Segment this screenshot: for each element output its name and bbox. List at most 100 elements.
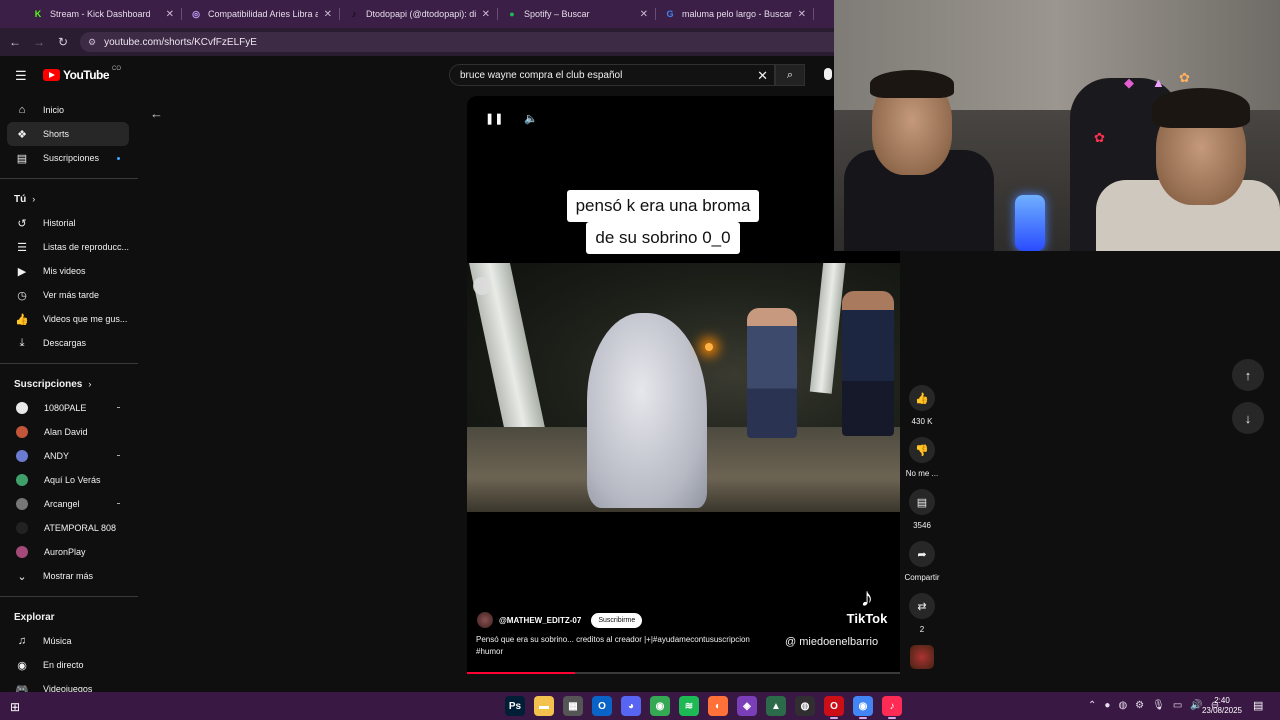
progress-bar[interactable] xyxy=(467,672,900,674)
sidebar-item[interactable]: ↺ Historial xyxy=(0,211,138,235)
subscription-item[interactable]: Alan David xyxy=(0,420,138,444)
remix-button[interactable]: ⇄ xyxy=(909,593,935,619)
firefox-icon[interactable]: ◐ xyxy=(708,696,728,716)
youtube-play-icon xyxy=(43,69,60,81)
file-explorer-icon[interactable]: ▬ xyxy=(534,696,554,716)
tray-overflow-icon[interactable]: ⌃ xyxy=(1088,700,1096,711)
share-action[interactable]: ➦ Compartir xyxy=(902,541,942,582)
tray-app-icon[interactable]: ● xyxy=(1104,700,1110,711)
remix-action[interactable]: ⇄ 2 xyxy=(902,593,942,634)
share-button[interactable]: ➦ xyxy=(909,541,935,567)
site-info-icon[interactable]: ⚙ xyxy=(88,37,96,48)
youtube-logo[interactable]: YouTube CO xyxy=(43,66,121,82)
sidebar-item[interactable]: ♫ Música xyxy=(0,629,138,653)
browser-tab[interactable]: Gmaluma pelo largo - Buscar co ✕ xyxy=(656,0,814,28)
microphone-icon[interactable] xyxy=(824,68,832,80)
show-more-button[interactable]: ⌄ Mostrar más xyxy=(0,564,138,588)
subscription-item[interactable]: AuronPlay xyxy=(0,540,138,564)
browser-tab[interactable]: ◎ Compatibilidad Aries Libra amo ✕ xyxy=(182,0,340,28)
search-input[interactable]: bruce wayne compra el club español ✕ xyxy=(449,64,775,86)
address-bar[interactable]: ⚙ youtube.com/shorts/KCvfFzELFyE xyxy=(80,32,835,52)
volume-icon[interactable]: 🔈 xyxy=(524,112,538,125)
sidebar-item-suscripciones[interactable]: ▤ Suscripciones xyxy=(0,146,138,170)
like-icon: 👍 xyxy=(915,392,929,405)
like-action[interactable]: 👍 430 K xyxy=(902,385,942,426)
comments-action[interactable]: ▤ 3546 xyxy=(902,489,942,530)
chrome-icon[interactable]: ◉ xyxy=(650,696,670,716)
discord-icon[interactable]: ◕ xyxy=(621,696,641,716)
sidebar-item-shorts[interactable]: ❖ Shorts xyxy=(7,122,129,146)
search-query: bruce wayne compra el club español xyxy=(460,69,623,81)
sidebar-item[interactable]: ⤓ Descargas xyxy=(0,331,138,355)
tab-close-icon[interactable]: ✕ xyxy=(640,9,648,20)
app-green-icon[interactable]: ▲ xyxy=(766,696,786,716)
collapse-back-icon[interactable]: ← xyxy=(150,106,163,121)
tab-close-icon[interactable]: ✕ xyxy=(166,9,174,20)
dislike-action[interactable]: 👎 No me ... xyxy=(902,437,942,478)
youtube-header: ☰ YouTube CO bruce wayne compra el club … xyxy=(0,56,835,92)
subscription-item[interactable]: Arcangel xyxy=(0,492,138,516)
tab-close-icon[interactable]: ✕ xyxy=(798,9,806,20)
subscription-item[interactable]: Aquí Lo Verás xyxy=(0,468,138,492)
notifications-icon[interactable]: ▤ xyxy=(1253,699,1263,712)
dislike-button[interactable]: 👎 xyxy=(909,437,935,463)
subscription-label: Alan David xyxy=(44,427,88,437)
channel-name[interactable]: @MATHEW_EDITZ-07 xyxy=(499,616,581,625)
browser-tab[interactable]: ● Spotify – Buscar ✕ xyxy=(498,0,656,28)
clear-search-icon[interactable]: ✕ xyxy=(757,68,768,84)
app-purple-icon[interactable]: ◈ xyxy=(737,696,757,716)
forward-icon[interactable]: → xyxy=(32,35,46,49)
opera-icon[interactable]: O xyxy=(824,696,844,719)
audio-source-thumbnail[interactable] xyxy=(910,645,934,669)
tab-title: Compatibilidad Aries Libra amo xyxy=(208,9,318,19)
subscription-item[interactable]: 1080PALE xyxy=(0,396,138,420)
sidebar-item-label: Videos que me gus... xyxy=(43,314,128,324)
chrome-active-icon[interactable]: ◉ xyxy=(853,696,873,719)
tab-favicon-icon: ● xyxy=(509,9,515,19)
outlook-icon[interactable]: O xyxy=(592,696,612,716)
sidebar-item[interactable]: 👍 Videos que me gus... xyxy=(0,307,138,331)
watch-later-icon: ◷ xyxy=(17,289,27,302)
tab-favicon-icon: G xyxy=(666,9,674,19)
browser-tab[interactable]: ♪ Dtodopapi (@dtodopapi): disfr ✕ xyxy=(340,0,498,28)
pause-icon[interactable]: ❚❚ xyxy=(485,112,503,125)
channel-avatar[interactable] xyxy=(477,612,493,628)
obs-icon[interactable]: ◍ xyxy=(795,696,815,716)
sidebar-subscriptions-heading[interactable]: Suscripciones › xyxy=(0,372,138,396)
subscription-label: AuronPlay xyxy=(44,547,86,557)
tray-app-icon[interactable]: ◍ xyxy=(1118,700,1127,711)
next-short-button[interactable]: ↓ xyxy=(1232,402,1264,434)
photoshop-icon[interactable]: Ps xyxy=(505,696,525,716)
comments-button[interactable]: ▤ xyxy=(909,489,935,515)
calculator-icon[interactable]: ▦ xyxy=(563,696,583,716)
tiktok-icon[interactable]: ♪ xyxy=(882,696,902,719)
sidebar-item[interactable]: ◉ En directo xyxy=(0,653,138,677)
tab-close-icon[interactable]: ✕ xyxy=(324,9,332,20)
clock[interactable]: 2:40 23/08/2025 xyxy=(1200,696,1244,716)
reload-icon[interactable]: ↻ xyxy=(56,35,70,49)
tab-close-icon[interactable]: ✕ xyxy=(482,9,490,20)
sidebar-item-label: Listas de reproducc... xyxy=(43,242,130,252)
action-label: 3546 xyxy=(913,521,931,530)
browser-tab[interactable]: K Stream - Kick Dashboard ✕ xyxy=(24,0,182,28)
subscribe-button[interactable]: Suscribirme xyxy=(591,612,643,628)
subscription-item[interactable]: ATEMPORAL 808 xyxy=(0,516,138,540)
previous-short-button[interactable]: ↑ xyxy=(1232,359,1264,391)
tray-app-icon[interactable]: ⚙ xyxy=(1135,700,1144,711)
tray-mic-icon[interactable]: 🎙 xyxy=(1152,700,1165,711)
start-windows-icon[interactable]: ⊞ xyxy=(10,700,20,714)
sidebar-you-heading[interactable]: Tú › xyxy=(0,187,138,211)
search-button[interactable]: ⌕ xyxy=(775,64,805,86)
back-icon[interactable]: ← xyxy=(8,35,22,49)
spotify-icon[interactable]: ≋ xyxy=(679,696,699,716)
video-description[interactable]: Pensó que era su sobrino... creditos al … xyxy=(476,634,776,658)
tab-favicon-icon: ♪ xyxy=(351,9,357,19)
network-icon[interactable]: ▭ xyxy=(1173,700,1182,711)
subscription-item[interactable]: ANDY xyxy=(0,444,138,468)
sidebar-item[interactable]: ☰ Listas de reproducc... xyxy=(0,235,138,259)
sidebar-item[interactable]: ◷ Ver más tarde xyxy=(0,283,138,307)
like-button[interactable]: 👍 xyxy=(909,385,935,411)
sidebar-item[interactable]: ▶ Mis videos xyxy=(0,259,138,283)
menu-icon[interactable]: ☰ xyxy=(15,68,27,84)
sidebar-item-inicio[interactable]: ⌂ Inicio xyxy=(0,98,138,122)
